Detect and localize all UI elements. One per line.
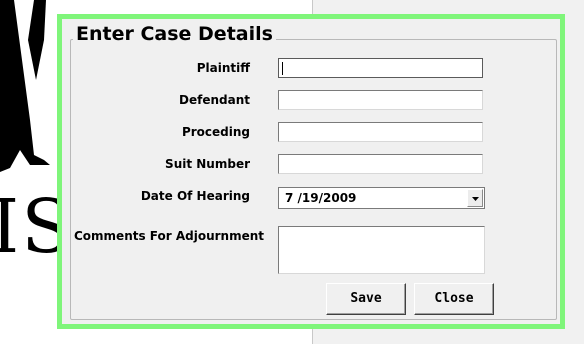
date-of-hearing-label: Date Of Hearing <box>140 189 250 203</box>
plaintiff-input[interactable] <box>278 58 483 78</box>
date-dropdown-button[interactable] <box>467 189 483 207</box>
date-of-hearing-picker[interactable]: 7 /19/2009 <box>278 187 485 209</box>
comments-label: Comments For Adjournment <box>74 229 265 243</box>
suit-number-label: Suit Number <box>165 157 250 171</box>
defendant-input[interactable] <box>278 90 483 110</box>
background-logo <box>0 0 50 172</box>
text-caret <box>282 62 283 75</box>
dialog-title: Enter Case Details <box>73 23 276 45</box>
close-button[interactable]: Close <box>414 283 494 315</box>
comments-textarea[interactable] <box>278 226 485 274</box>
chevron-down-icon <box>472 197 479 201</box>
plaintiff-label: Plaintiff <box>196 61 250 75</box>
proceding-input[interactable] <box>278 122 483 142</box>
case-details-dialog: Enter Case Details Plaintiff Defendant P… <box>57 14 565 329</box>
suit-number-input[interactable] <box>278 154 483 174</box>
date-of-hearing-value: 7 /19/2009 <box>285 191 357 205</box>
defendant-label: Defendant <box>179 93 250 107</box>
proceding-label: Proceding <box>181 125 250 139</box>
save-button[interactable]: Save <box>326 283 406 315</box>
case-details-groupbox <box>70 39 557 320</box>
